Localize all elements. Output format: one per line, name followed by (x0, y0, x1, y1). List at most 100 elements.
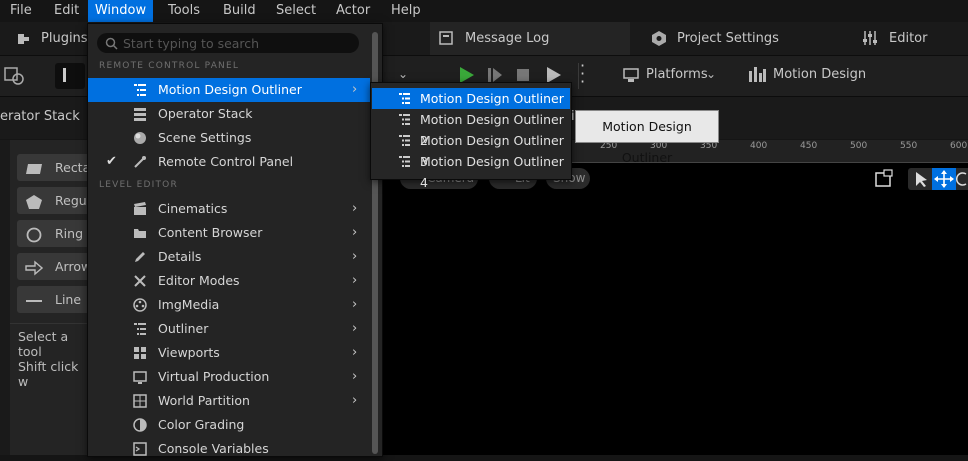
line-icon (25, 291, 43, 307)
ruler-tick: 400 (750, 141, 768, 151)
checkmark-icon: ✔ (106, 154, 117, 169)
submenu-arrow-icon: › (352, 321, 358, 336)
outliner-icon (133, 322, 147, 336)
platforms-button[interactable]: Platforms (646, 56, 708, 96)
remote-control-icon (133, 155, 147, 169)
shape-tools-panel: Recta Regul Ring Arrow Line Select a too… (0, 140, 97, 455)
menu-item-viewports[interactable]: Viewports › (88, 341, 370, 365)
tooltip: Motion Design Outliner (575, 110, 719, 165)
editor-preferences-icon (862, 30, 878, 50)
menu-file[interactable]: File (10, 0, 32, 22)
ring-icon (25, 225, 43, 243)
tool-hint-shift-click: Shift click w (18, 359, 79, 389)
operator-stack-tab[interactable]: erator Stack (0, 97, 85, 139)
menu-item-cinematics[interactable]: Cinematics › (88, 197, 370, 221)
rectangle-tool-button[interactable]: Recta (17, 154, 97, 181)
color-grading-icon (133, 418, 147, 432)
menu-item-label: Cinematics (158, 201, 228, 216)
regular-polygon-tool-label: Regul (55, 193, 91, 208)
menu-item-color-grading[interactable]: Color Grading (88, 413, 370, 437)
ruler-tick: 550 (900, 141, 918, 151)
select-mode-button[interactable] (908, 168, 932, 190)
outliner-icon (133, 83, 147, 97)
menu-item-label: Operator Stack (158, 106, 253, 121)
ruler-tick: 500 (850, 141, 868, 151)
menu-item-editor-modes[interactable]: Editor Modes › (88, 269, 370, 293)
plugins-button[interactable]: Plugins (41, 22, 88, 55)
tools-divider (10, 323, 90, 324)
more-options-icon[interactable]: · · · (580, 58, 585, 90)
menu-item-imgmedia[interactable]: ImgMedia › (88, 293, 370, 317)
submenu-arrow-icon: › (352, 249, 358, 264)
menu-item-label: Color Grading (158, 417, 245, 432)
menu-item-label: Viewports (158, 345, 220, 360)
rectangle-icon (25, 159, 43, 175)
menu-item-scene-settings[interactable]: Scene Settings (88, 126, 370, 150)
message-log-tab[interactable]: Message Log (430, 22, 630, 55)
tool-category-strip (0, 140, 10, 455)
menu-edit[interactable]: Edit (54, 0, 79, 22)
menu-item-motion-design-outliner[interactable]: Motion Design Outliner › (88, 78, 370, 102)
rotate-mode-button[interactable] (956, 168, 968, 190)
modes-icon[interactable] (4, 66, 26, 90)
menu-item-label: Virtual Production (158, 369, 270, 384)
arrow-icon (25, 258, 44, 276)
menu-build[interactable]: Build (223, 0, 256, 22)
rectangle-tool-label: Recta (55, 160, 91, 175)
editor-preferences-button[interactable]: Editor Prefere (889, 22, 968, 79)
menu-item-label: Outliner (158, 321, 209, 336)
clapperboard-icon (133, 202, 147, 216)
menu-search-box[interactable] (97, 33, 359, 53)
menu-item-details[interactable]: Details › (88, 245, 370, 269)
submenu-item-label: Motion Design Outliner (420, 91, 564, 106)
menu-item-world-partition[interactable]: World Partition › (88, 389, 370, 413)
menu-item-label: Console Variables (158, 441, 269, 456)
menu-item-remote-control-panel[interactable]: ✔ Remote Control Panel (88, 150, 370, 174)
menu-item-label: Scene Settings (158, 130, 252, 145)
project-settings-button[interactable]: Project Settings (677, 22, 779, 55)
platforms-chevron-icon: ⌄ (706, 67, 717, 81)
message-log-label: Message Log (465, 31, 550, 46)
move-icon (934, 170, 954, 188)
scene-settings-icon (133, 131, 147, 145)
outliner-icon (398, 92, 411, 105)
toolbar-chevron-icon[interactable]: ⌄ (398, 67, 408, 81)
ring-tool-button[interactable]: Ring (17, 220, 97, 247)
rotate-icon (956, 172, 967, 186)
submenu-arrow-icon: › (352, 225, 358, 240)
message-log-icon (439, 31, 454, 50)
submenu-arrow-icon: › (352, 201, 358, 216)
translate-mode-button[interactable] (932, 168, 956, 190)
menu-select[interactable]: Select (276, 0, 316, 22)
menu-item-console-variables[interactable]: Console Variables (88, 437, 370, 461)
operator-stack-icon (133, 107, 147, 121)
menu-item-operator-stack[interactable]: Operator Stack (88, 102, 370, 126)
submenu-item-outliner-2[interactable]: Motion Design Outliner 2 (372, 109, 570, 148)
line-tool-button[interactable]: Line (17, 286, 97, 313)
search-icon (105, 37, 118, 54)
motion-design-button[interactable]: Motion Design (773, 56, 866, 96)
outliner-icon (398, 155, 411, 168)
arrow-tool-button[interactable]: Arrow (17, 253, 97, 280)
viewport-transform-icon[interactable] (872, 168, 896, 190)
menu-item-outliner[interactable]: Outliner › (88, 317, 370, 341)
tool-hint-select: Select a tool (18, 329, 69, 359)
cursor-icon (916, 172, 927, 187)
submenu-item-outliner-3[interactable]: Motion Design Outliner 3 (372, 130, 570, 169)
submenu-arrow-icon: › (352, 369, 358, 384)
section-header-remote-control: REMOTE CONTROL PANEL (99, 61, 240, 71)
menu-actor[interactable]: Actor (336, 0, 370, 22)
menu-item-content-browser[interactable]: Content Browser › (88, 221, 370, 245)
menu-tools[interactable]: Tools (168, 0, 200, 22)
menu-item-virtual-production[interactable]: Virtual Production › (88, 365, 370, 389)
menu-help[interactable]: Help (391, 0, 421, 22)
menu-search-input[interactable] (123, 34, 349, 52)
submenu-item-outliner-4[interactable]: Motion Design Outliner 4 (372, 151, 570, 190)
ring-tool-label: Ring (55, 226, 84, 241)
outliner-icon (398, 134, 411, 147)
submenu-item-outliner-1[interactable]: Motion Design Outliner (372, 88, 570, 109)
level-selector[interactable] (55, 63, 85, 89)
submenu-arrow-icon: › (352, 82, 358, 97)
menu-window[interactable]: Window (88, 0, 153, 22)
regular-polygon-tool-button[interactable]: Regul (17, 187, 97, 214)
